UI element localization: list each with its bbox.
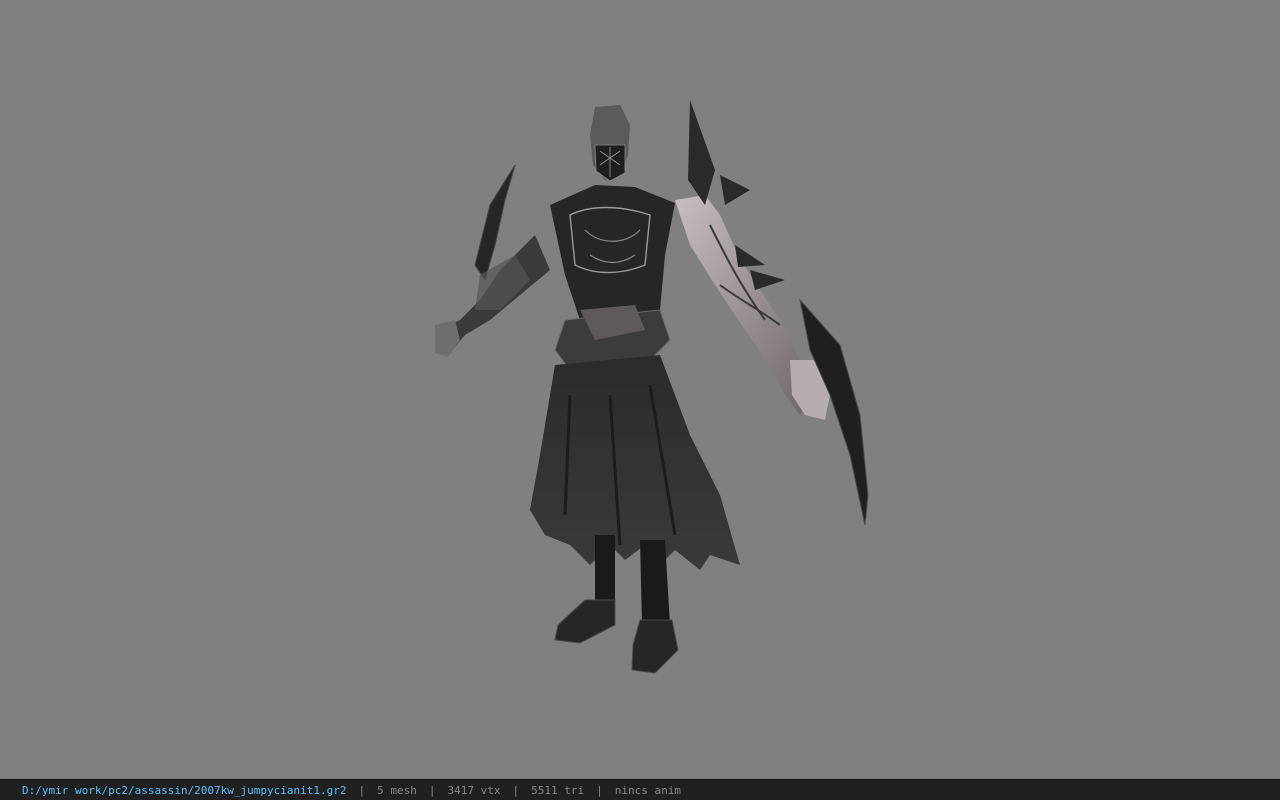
triangle-count: 5511 tri <box>531 783 585 797</box>
vertex-count: 3417 vtx <box>447 783 501 797</box>
separator: | <box>512 783 520 797</box>
torso <box>550 185 675 320</box>
separator: | <box>358 783 366 797</box>
shoulder-spike <box>688 100 715 205</box>
left-hand <box>435 320 460 357</box>
3d-viewport[interactable] <box>0 0 1280 779</box>
mesh-count: 5 mesh <box>377 783 417 797</box>
right-boot <box>631 619 679 674</box>
animation-status: nincs anim <box>614 783 681 797</box>
robe <box>530 355 740 570</box>
separator: | <box>596 783 603 797</box>
file-path: D:/ymir work/pc2/assassin/2007kw_jumpyci… <box>22 783 347 797</box>
separator: | <box>428 783 436 797</box>
status-bar: D:/ymir work/pc2/assassin/2007kw_jumpyci… <box>0 779 1280 800</box>
left-boot <box>554 599 616 644</box>
character-model <box>435 100 869 674</box>
